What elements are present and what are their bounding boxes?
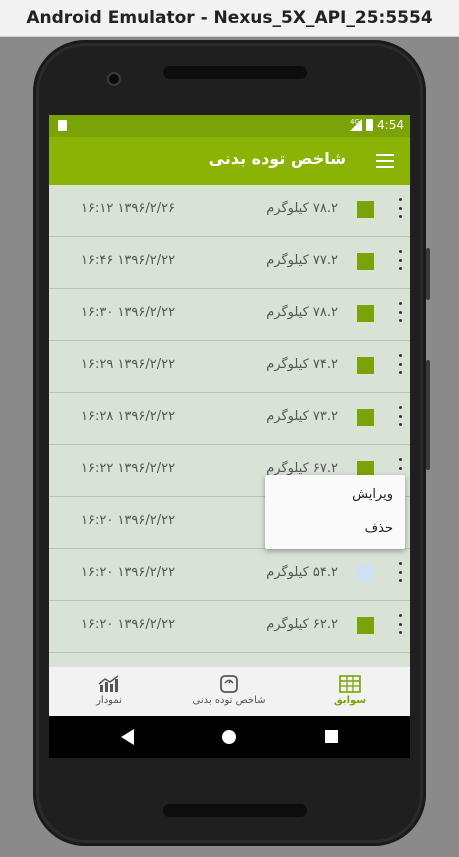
bottom-speaker (163, 804, 307, 817)
record-weight: ۶۷.۲ کیلوگرم (266, 461, 338, 476)
record-date: ۱۳۹۶/۲/۲۲ ۱۶:۲۹ (81, 357, 176, 372)
nav-history[interactable]: سوابق (290, 671, 410, 715)
record-date: ۱۳۹۶/۲/۲۲ ۱۶:۲۰ (81, 565, 176, 580)
record-weight: ۵۴.۲ کیلوگرم (266, 565, 338, 580)
battery-icon (366, 119, 374, 131)
record-weight: ۶۲.۲ کیلوگرم (266, 617, 338, 632)
record-row[interactable]: ۷۳.۲ کیلوگرم ۱۳۹۶/۲/۲۲ ۱۶:۲۸ (49, 393, 410, 445)
top-speaker (163, 66, 307, 79)
app-bar: شاخص توده بدنی (49, 137, 410, 185)
overflow-menu-icon[interactable] (398, 562, 402, 582)
record-date: ۱۳۹۶/۲/۲۶ ۱۶:۱۲ (81, 201, 176, 216)
system-navigation-bar (49, 716, 410, 758)
record-row[interactable]: ۷۸.۲ کیلوگرم ۱۳۹۶/۲/۲۲ ۱۶:۳۰ (49, 289, 410, 341)
record-date: ۱۳۹۶/۲/۲۲ ۱۶:۲۲ (81, 461, 176, 476)
sd-card-icon (58, 120, 67, 131)
overflow-menu-icon[interactable] (398, 614, 402, 634)
bmi-color-swatch (357, 253, 374, 270)
overflow-menu-icon[interactable] (398, 354, 402, 374)
network-type: 4G (350, 118, 360, 126)
record-weight: ۷۴.۲ کیلوگرم (266, 357, 338, 372)
emulator-title-bar: Android Emulator - Nexus_5X_API_25:5554 (0, 0, 459, 37)
record-row[interactable]: ۷۴.۲ کیلوگرم ۱۳۹۶/۲/۲۲ ۱۶:۲۹ (49, 341, 410, 393)
device-screen: 4G 4:54 شاخص توده بدنی ۷۸.۲ کیلوگرم ۱۳۹۶… (49, 115, 410, 758)
hamburger-menu-icon[interactable] (376, 154, 394, 168)
record-date: ۱۳۹۶/۲/۲۲ ۱۶:۲۰ (81, 513, 176, 528)
scale-icon (218, 675, 240, 693)
record-weight: ۷۸.۲ کیلوگرم (266, 201, 338, 216)
bmi-color-swatch (357, 409, 374, 426)
nav-history-label: سوابق (333, 695, 367, 706)
record-row[interactable]: ۶۲.۲ کیلوگرم ۱۳۹۶/۲/۲۲ ۱۶:۲۰ (49, 601, 410, 653)
nav-chart[interactable]: نمودار (49, 671, 169, 715)
status-bar: 4G 4:54 (49, 115, 410, 137)
record-date: ۱۳۹۶/۲/۲۲ ۱۶:۲۰ (81, 617, 176, 632)
record-date: ۱۳۹۶/۲/۲۲ ۱۶:۴۶ (81, 253, 176, 268)
records-list: ۷۸.۲ کیلوگرم ۱۳۹۶/۲/۲۶ ۱۶:۱۲ ۷۷.۲ کیلوگر… (49, 185, 410, 653)
table-icon (339, 675, 361, 693)
nav-chart-label: نمودار (96, 695, 122, 706)
home-icon[interactable] (222, 730, 236, 744)
bmi-color-swatch (357, 305, 374, 322)
record-weight: ۷۳.۲ کیلوگرم (266, 409, 338, 424)
clock: 4:54 (377, 118, 404, 132)
bottom-navigation: نمودار شاخص توده بدنی سوابق (49, 666, 410, 717)
bmi-color-swatch (357, 357, 374, 374)
overflow-menu-icon[interactable] (398, 302, 402, 322)
record-date: ۱۳۹۶/۲/۲۲ ۱۶:۲۸ (81, 409, 176, 424)
record-weight: ۷۸.۲ کیلوگرم (266, 305, 338, 320)
recent-apps-icon[interactable] (325, 730, 338, 743)
edit-menu-item[interactable]: ویرایش (352, 487, 393, 502)
record-date: ۱۳۹۶/۲/۲۲ ۱۶:۳۰ (81, 305, 176, 320)
emulator-title: Android Emulator - Nexus_5X_API_25:5554 (26, 8, 433, 28)
record-row[interactable]: ۷۸.۲ کیلوگرم ۱۳۹۶/۲/۲۶ ۱۶:۱۲ (49, 185, 410, 237)
record-weight: ۷۷.۲ کیلوگرم (266, 253, 338, 268)
chart-icon (98, 675, 120, 693)
overflow-menu-icon[interactable] (398, 198, 402, 218)
overflow-menu-icon[interactable] (398, 250, 402, 270)
row-popup-menu: ویرایش حذف (265, 475, 405, 549)
app-title: شاخص توده بدنی (208, 149, 346, 168)
record-row[interactable]: ۷۷.۲ کیلوگرم ۱۳۹۶/۲/۲۲ ۱۶:۴۶ (49, 237, 410, 289)
delete-menu-item[interactable]: حذف (365, 521, 393, 536)
bmi-color-swatch (357, 201, 374, 218)
power-button[interactable] (426, 360, 430, 470)
volume-button[interactable] (426, 248, 430, 300)
back-icon[interactable] (121, 729, 134, 745)
front-camera (107, 72, 121, 86)
status-right: 4G 4:54 (350, 118, 404, 132)
bmi-color-swatch (357, 617, 374, 634)
nav-bmi-label: شاخص توده بدنی (192, 695, 266, 706)
signal-icon: 4G (350, 118, 363, 131)
bmi-color-swatch (357, 565, 374, 582)
nav-bmi[interactable]: شاخص توده بدنی (169, 671, 289, 715)
overflow-menu-icon[interactable] (398, 406, 402, 426)
record-row[interactable]: ۵۴.۲ کیلوگرم ۱۳۹۶/۲/۲۲ ۱۶:۲۰ (49, 549, 410, 601)
